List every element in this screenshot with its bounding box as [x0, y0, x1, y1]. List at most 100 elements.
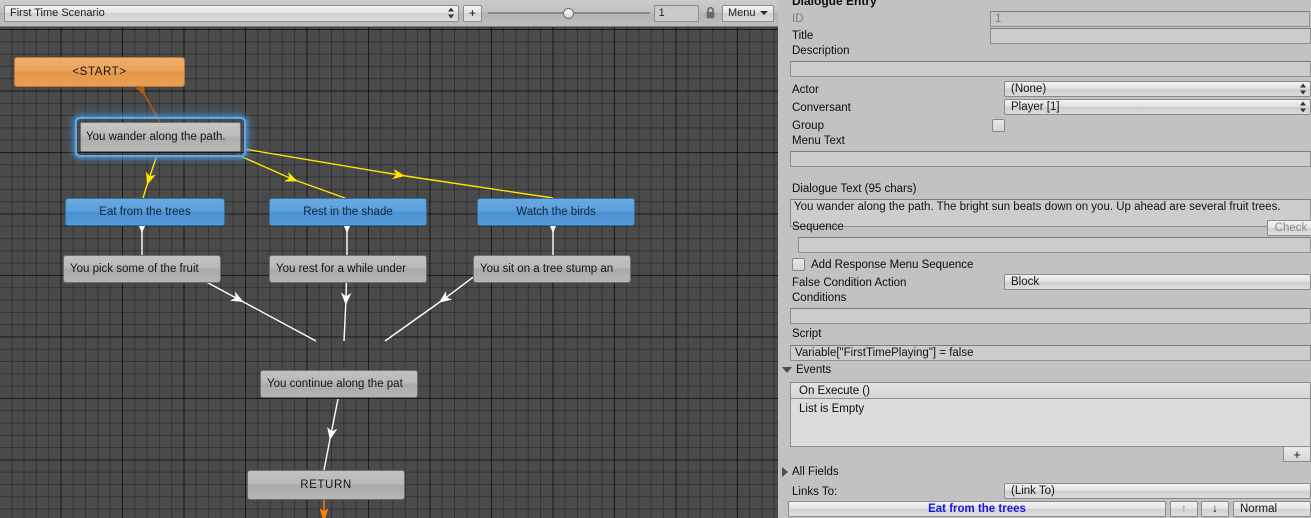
- lock-glyph: [706, 7, 715, 19]
- node-player-eat-label: Eat from the trees: [99, 206, 191, 218]
- inspector-title: Dialogue Entry: [792, 0, 877, 8]
- chevron-updown-icon: [1299, 83, 1306, 95]
- script-input[interactable]: Variable["FirstTimePlaying"] = false: [790, 345, 1311, 361]
- dialogue-graph-pane: First Time Scenario + 1 Menu <START> You…: [0, 0, 778, 518]
- chevron-updown-icon: [447, 7, 454, 19]
- node-start-label: <START>: [72, 66, 127, 78]
- link-priority-dropdown[interactable]: Normal: [1233, 501, 1311, 517]
- dialogue-system-editor-window: First Time Scenario + 1 Menu <START> You…: [0, 0, 1311, 518]
- node-npc-tree-stump-label: You sit on a tree stump an: [480, 263, 614, 275]
- field-row-add-response-menu-sequence: Add Response Menu Sequence: [778, 256, 1311, 273]
- check-button-label: Check: [1274, 222, 1308, 234]
- links-to-label: Links To:: [792, 485, 838, 498]
- graph-toolbar: First Time Scenario + 1 Menu: [0, 0, 778, 27]
- node-player-watch-the-birds[interactable]: Watch the birds: [477, 198, 635, 226]
- conversant-label: Conversant: [792, 101, 851, 114]
- all-fields-foldout[interactable]: All Fields: [782, 466, 839, 478]
- dialogue-text-input[interactable]: You wander along the path. The bright su…: [790, 199, 1311, 227]
- zoom-slider-thumb[interactable]: [562, 7, 574, 19]
- actor-dropdown-value: (None): [1011, 83, 1047, 95]
- false-condition-action-dropdown[interactable]: Block: [1004, 274, 1311, 290]
- zoom-value-field[interactable]: 1: [653, 4, 699, 22]
- events-label: Events: [796, 364, 832, 376]
- inspector-panel: Dialogue Entry ID 1 Title Description Ac…: [778, 0, 1311, 518]
- dialogue-text-label: Dialogue Text (95 chars): [792, 183, 917, 195]
- chevron-updown-icon: [1299, 101, 1306, 113]
- triangle-right-icon: [782, 467, 788, 477]
- field-row-group: Group: [778, 117, 1311, 134]
- links-to-value: (Link To): [1011, 485, 1055, 497]
- node-player-rest-in-the-shade[interactable]: Rest in the shade: [269, 198, 427, 226]
- node-start[interactable]: <START>: [14, 57, 185, 87]
- graph-canvas[interactable]: <START> You wander along the path. Eat f…: [0, 27, 778, 518]
- node-npc-pick-fruit-label: You pick some of the fruit: [70, 263, 199, 275]
- events-foldout[interactable]: Events: [782, 364, 831, 376]
- menu-dropdown[interactable]: Menu: [722, 4, 774, 22]
- node-npc-continue-label: You continue along the pat: [267, 378, 403, 390]
- group-label: Group: [792, 119, 824, 132]
- plus-icon: +: [468, 6, 476, 20]
- add-event-button[interactable]: +: [1283, 447, 1311, 462]
- node-npc-continue-along-path[interactable]: You continue along the pat: [260, 370, 418, 398]
- zoom-value-text: 1: [658, 7, 665, 19]
- menu-text-input[interactable]: [790, 151, 1311, 167]
- node-npc-rest-a-while-label: You rest for a while under: [276, 263, 406, 275]
- link-target-button[interactable]: Eat from the trees: [788, 501, 1166, 517]
- return-link-arrow: [319, 500, 329, 518]
- link-move-down-button[interactable]: ↓: [1201, 501, 1229, 517]
- false-condition-action-label: False Condition Action: [792, 276, 907, 289]
- sequence-label: Sequence: [792, 221, 844, 233]
- links-to-dropdown[interactable]: (Link To): [1004, 483, 1311, 499]
- events-empty-label: List is Empty: [799, 403, 865, 415]
- actor-dropdown[interactable]: (None): [1004, 81, 1311, 97]
- conversant-dropdown-value: Player [1]: [1011, 101, 1060, 113]
- chevron-down-icon: [760, 11, 768, 15]
- node-return-label: RETURN: [300, 479, 352, 491]
- node-npc-pick-fruit[interactable]: You pick some of the fruit: [63, 255, 221, 283]
- node-player-eat-from-the-trees[interactable]: Eat from the trees: [65, 198, 225, 226]
- conversation-select-dropdown[interactable]: First Time Scenario: [4, 4, 459, 22]
- triangle-down-icon: [782, 367, 792, 373]
- conversant-dropdown[interactable]: Player [1]: [1004, 99, 1311, 115]
- node-dialogue-entry-1[interactable]: You wander along the path.: [77, 119, 244, 155]
- conversation-select-label: First Time Scenario: [10, 7, 105, 19]
- description-input[interactable]: [790, 61, 1311, 77]
- id-value: 1: [990, 10, 1310, 27]
- on-execute-header[interactable]: On Execute (): [790, 382, 1311, 399]
- link-target-label: Eat from the trees: [928, 503, 1026, 515]
- description-label: Description: [792, 45, 850, 57]
- events-list[interactable]: List is Empty: [790, 399, 1311, 447]
- check-button[interactable]: Check: [1267, 220, 1311, 236]
- sequence-input[interactable]: [798, 237, 1311, 253]
- node-npc-rest-a-while[interactable]: You rest for a while under: [269, 255, 427, 283]
- conditions-label: Conditions: [792, 292, 847, 304]
- add-response-menu-sequence-label: Add Response Menu Sequence: [811, 258, 974, 271]
- link-priority-value: Normal: [1240, 503, 1278, 515]
- menu-text-label: Menu Text: [792, 135, 845, 147]
- add-response-menu-sequence-checkbox[interactable]: [792, 258, 805, 271]
- node-npc-tree-stump[interactable]: You sit on a tree stump an: [473, 255, 631, 283]
- id-label: ID: [792, 12, 804, 25]
- field-row-id: ID 1: [778, 10, 1311, 27]
- node-dialogue-entry-1-label: You wander along the path.: [86, 131, 226, 143]
- node-player-watch-label: Watch the birds: [516, 206, 596, 218]
- field-row-title: Title: [778, 27, 1311, 44]
- zoom-slider[interactable]: [487, 5, 650, 22]
- plus-icon: +: [1293, 446, 1301, 462]
- add-conversation-button[interactable]: +: [463, 4, 482, 22]
- link-move-up-button[interactable]: ↑: [1170, 501, 1198, 517]
- group-checkbox[interactable]: [992, 119, 1005, 132]
- node-player-rest-label: Rest in the shade: [303, 206, 393, 218]
- script-label: Script: [792, 328, 822, 340]
- false-condition-action-value: Block: [1011, 276, 1040, 288]
- arrow-up-icon: ↑: [1181, 503, 1187, 515]
- lock-icon[interactable]: [705, 5, 717, 22]
- node-return[interactable]: RETURN: [247, 470, 405, 500]
- conditions-input[interactable]: [790, 308, 1311, 324]
- on-execute-label: On Execute (): [799, 384, 870, 397]
- title-input[interactable]: [990, 27, 1311, 44]
- all-fields-label: All Fields: [792, 466, 839, 478]
- node-dialogue-entry-1-inner: You wander along the path.: [80, 122, 241, 152]
- arrow-down-icon: ↓: [1212, 503, 1218, 515]
- actor-label: Actor: [792, 83, 819, 96]
